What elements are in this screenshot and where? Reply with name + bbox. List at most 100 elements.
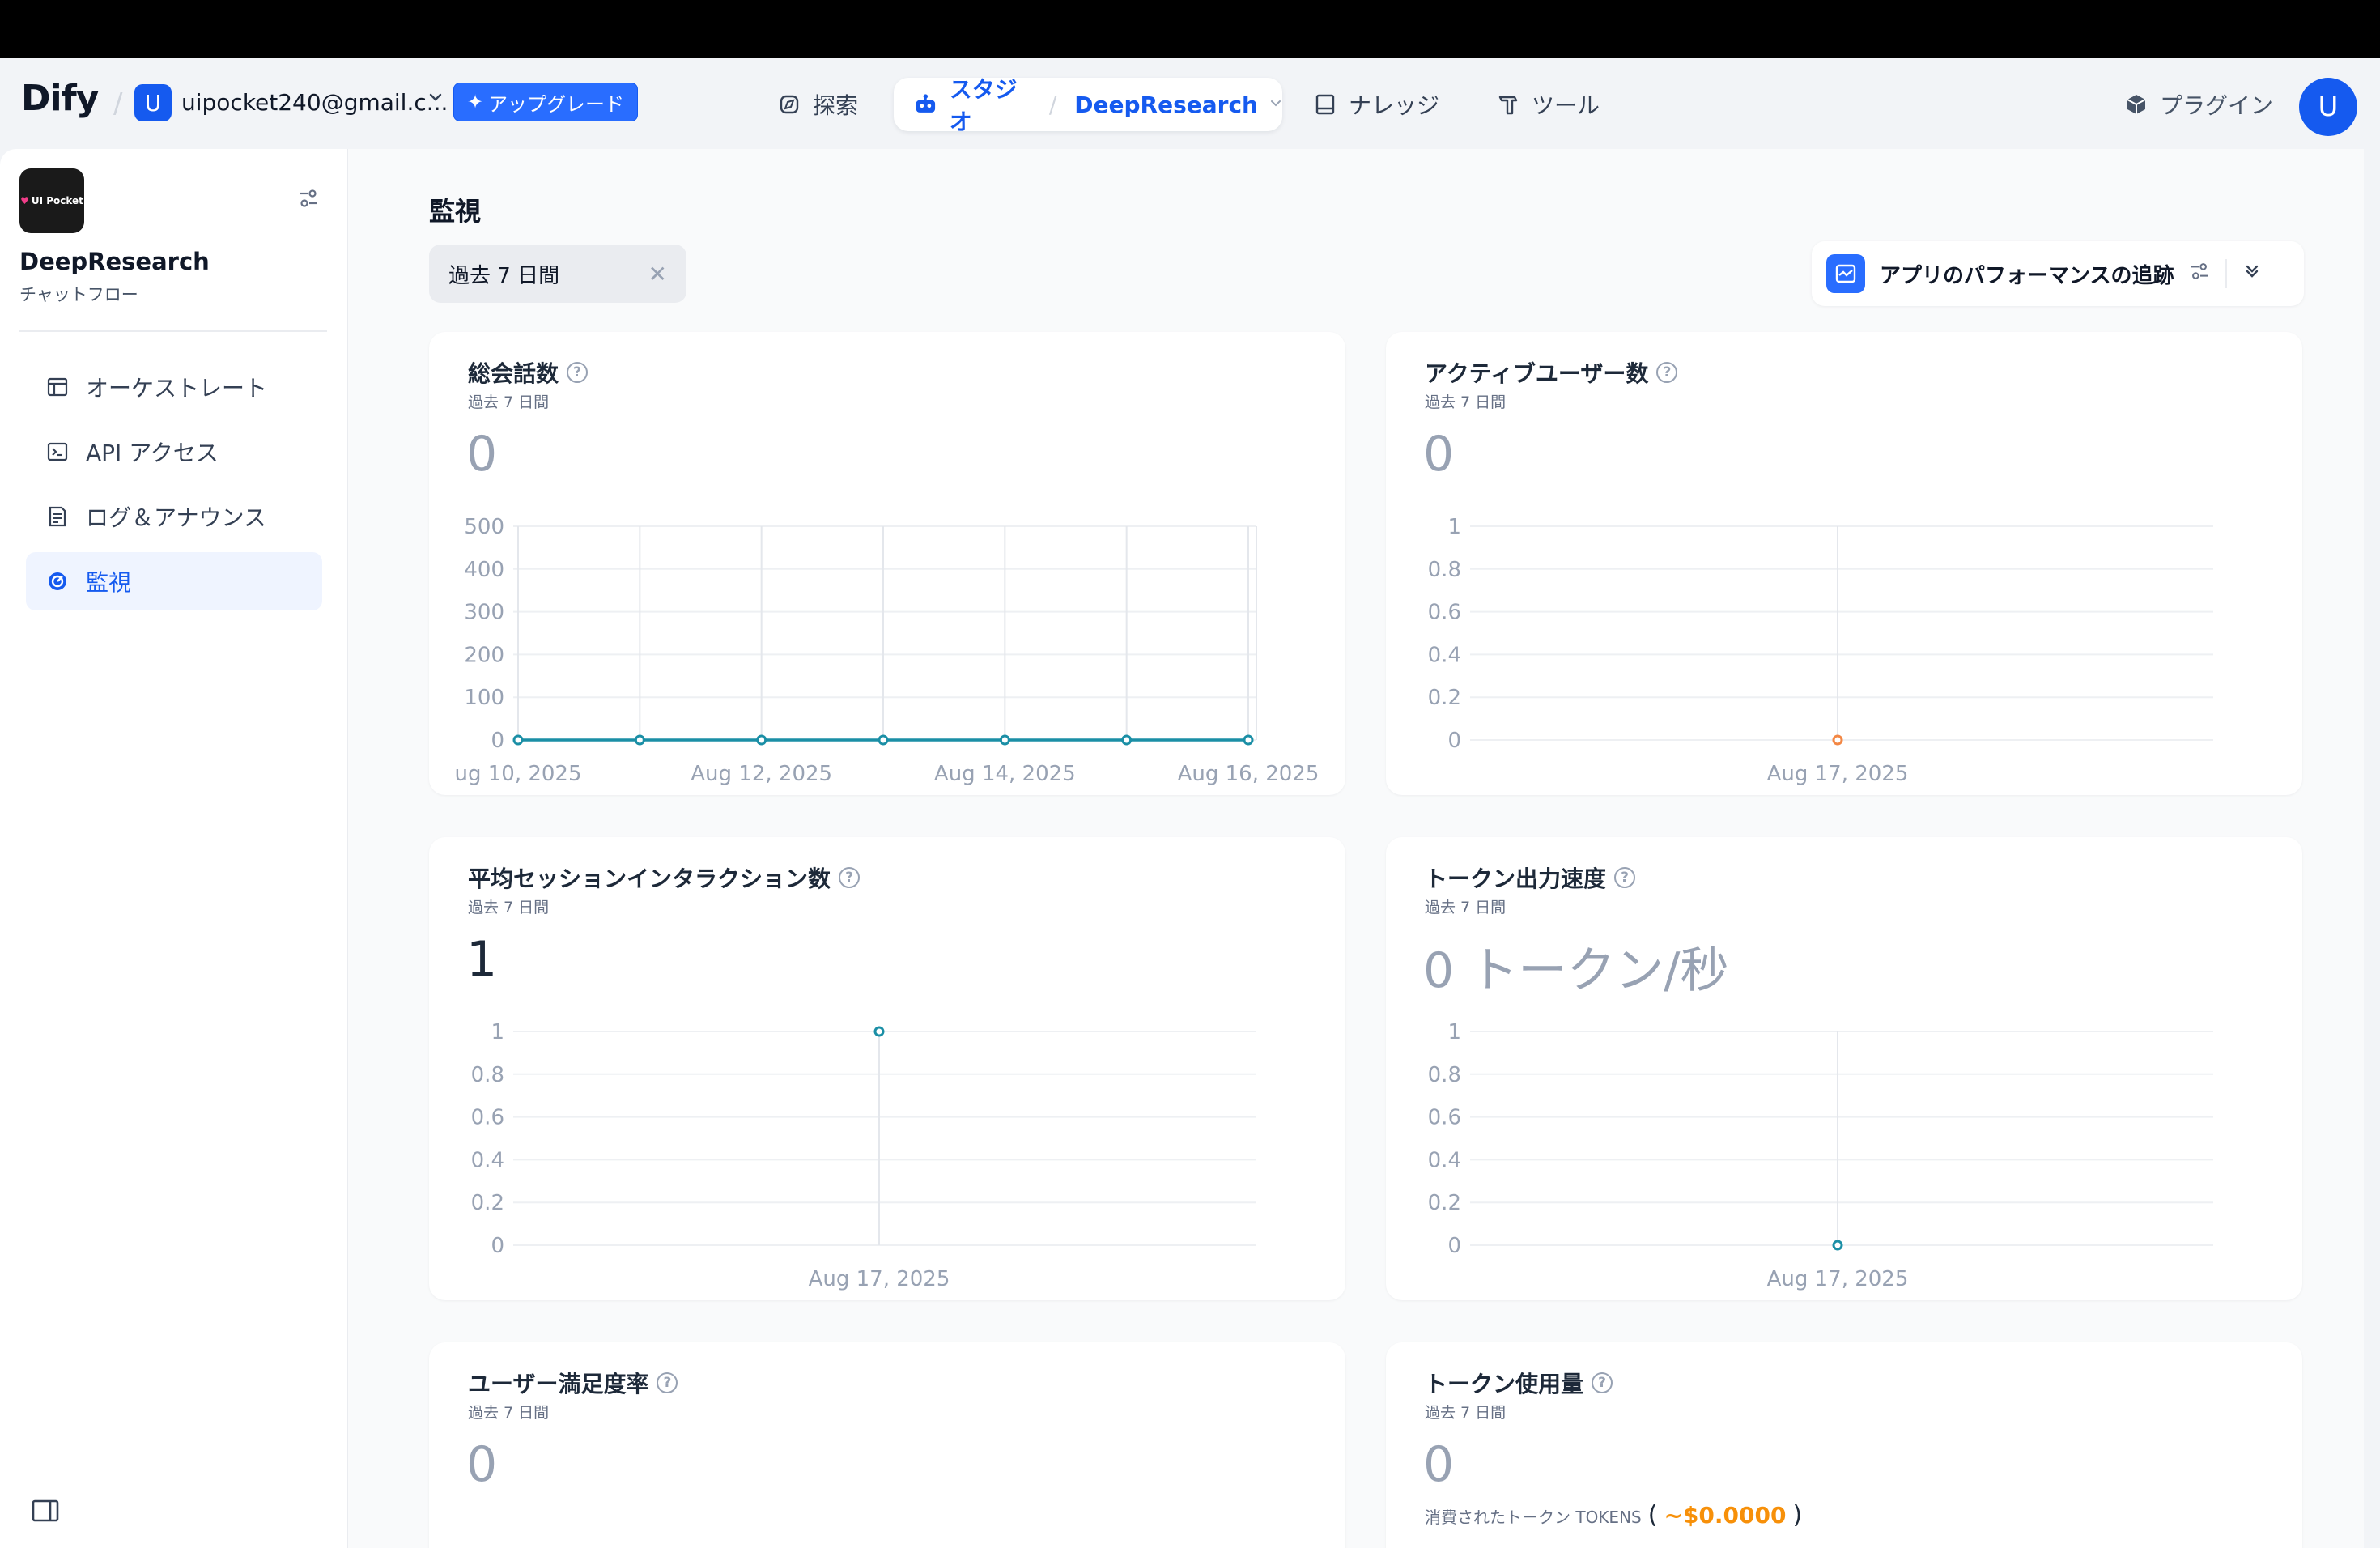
data-point[interactable]: [1832, 734, 1843, 746]
y-tick-label: 0.4: [1428, 643, 1461, 667]
card-avg-session-interactions: 平均セッションインタラクション数? 過去 7 日間 1 1 0.8 0.6 0.4 0.…: [429, 837, 1345, 1300]
y-tick-label: 1: [1447, 515, 1461, 539]
sidebar-item-label: 監視: [86, 569, 132, 596]
token-cost-line: 消費されたトークン TOKENS (~$0.0000): [1425, 1501, 1802, 1529]
app-icon-text: UI Pocket: [31, 195, 83, 206]
app-type: チャットフロー: [19, 285, 138, 304]
x-tick-label: Aug 16, 2025: [1178, 762, 1320, 786]
close-icon[interactable]: ✕: [648, 261, 667, 287]
hammer-icon: [1498, 96, 1518, 115]
app-icon: ♥ UI Pocket: [19, 168, 84, 233]
top-black-bar: [0, 0, 2380, 58]
paren-open: (: [1647, 1501, 1658, 1529]
y-tick-label: 0.6: [471, 1106, 504, 1130]
y-tick-label: 0.4: [471, 1148, 504, 1172]
orchestrate-icon: [47, 377, 68, 397]
card-title: ユーザー満足度率?: [468, 1367, 678, 1399]
data-point[interactable]: [756, 734, 767, 746]
data-point[interactable]: [1121, 734, 1133, 746]
card-active-users: アクティブユーザー数? 過去 7 日間 0 1 0.8 0.6 0.4 0.2 0 Aug …: [1386, 332, 2302, 795]
collapse-sidebar-icon[interactable]: [31, 1496, 60, 1525]
sidebar-item-orchestrate[interactable]: オーケストレート: [26, 358, 322, 416]
line-chart: 1 0.8 0.6 0.4 0.2 0 Aug 17, 2025: [1428, 515, 2213, 786]
upgrade-button[interactable]: ✦ アップグレード: [453, 83, 638, 121]
help-icon[interactable]: ?: [657, 1372, 678, 1393]
x-tick-label: Aug 14, 2025: [934, 762, 1076, 786]
y-tick-label: 0.6: [1428, 1106, 1461, 1130]
y-tick-label: 1: [491, 1020, 504, 1044]
nav-plugins-label: プラグイン: [2160, 92, 2274, 119]
nav-knowledge-label: ナレッジ: [1349, 92, 1440, 119]
y-tick-label: 0.8: [1428, 1063, 1461, 1087]
performance-label: アプリのパフォーマンスの追跡: [1880, 263, 2174, 288]
y-tick-label: 0: [491, 729, 504, 753]
data-point[interactable]: [999, 734, 1010, 746]
card-value: 0: [1423, 1436, 1455, 1493]
y-tick-label: 0.8: [471, 1063, 504, 1087]
user-avatar[interactable]: U: [2299, 78, 2357, 136]
x-tick-label: Aug 12, 2025: [691, 762, 832, 786]
y-tick-label: 0.2: [1428, 686, 1461, 710]
compass-icon: [780, 95, 799, 114]
nav-explore[interactable]: 探索: [777, 79, 858, 130]
nav-studio[interactable]: スタジオ / DeepResearch: [894, 76, 1282, 135]
nav-studio-label: スタジオ: [949, 76, 1018, 135]
data-point[interactable]: [634, 734, 645, 746]
x-tick-label: Aug 17, 2025: [1767, 1267, 1909, 1291]
y-tick-label: 0: [491, 1234, 504, 1258]
card-subtitle: 過去 7 日間: [468, 1404, 550, 1422]
chevron-down-icon[interactable]: [1269, 96, 1282, 113]
divider: [19, 330, 327, 332]
data-point[interactable]: [878, 734, 889, 746]
cube-icon: [2127, 95, 2146, 114]
nav-plugins[interactable]: プラグイン: [2124, 79, 2273, 130]
book-icon: [1315, 94, 1335, 115]
y-tick-label: 0.6: [1428, 601, 1461, 625]
nav-tools[interactable]: ツール: [1496, 79, 1600, 130]
nav-knowledge[interactable]: ナレッジ: [1313, 79, 1439, 130]
double-chevron-down-icon[interactable]: [2242, 261, 2263, 287]
sidebar-item-label: API アクセス: [86, 440, 219, 466]
tracing-icon: [1826, 254, 1865, 293]
sidebar-item-logs[interactable]: ログ＆アナウンス: [26, 487, 322, 546]
dify-logo[interactable]: Dify: [21, 78, 99, 119]
card-title-text: ユーザー満足度率: [468, 1371, 649, 1397]
help-icon[interactable]: ?: [1592, 1372, 1613, 1393]
y-tick-label: 300: [464, 601, 504, 625]
sidebar-item-monitor[interactable]: 監視: [26, 552, 322, 610]
sidebar-item-api-access[interactable]: API アクセス: [26, 423, 322, 481]
card-token-output-speed: トークン出力速度? 過去 7 日間 0 トークン/秒 1 0.8 0.6 0.4 0.2…: [1386, 837, 2302, 1300]
card-user-satisfaction: ユーザー満足度率? 過去 7 日間 0: [429, 1342, 1345, 1548]
y-tick-label: 0.2: [471, 1191, 504, 1215]
monitor-icon: [49, 572, 66, 590]
card-value: 0: [466, 1436, 498, 1493]
heart-icon: ♥: [20, 195, 29, 206]
sidebar-item-label: オーケストレート: [86, 375, 268, 402]
period-selector[interactable]: 過去 7 日間 ✕: [429, 245, 686, 303]
line-chart: 500 400 300 200 100 0 ug 10, 2025 Aug 12, 2025 A…: [454, 515, 1320, 786]
card-token-usage: トークン使用量? 過去 7 日間 0 消費されたトークン TOKENS (~$0…: [1386, 1342, 2302, 1548]
workspace-name[interactable]: uipocket240@gmail.c...: [181, 89, 448, 116]
y-tick-label: 0.8: [1428, 558, 1461, 582]
settings-sliders-icon[interactable]: [296, 186, 321, 211]
nav-app-selector[interactable]: DeepResearch: [1074, 91, 1258, 118]
y-tick-label: 0: [1447, 729, 1461, 753]
period-label: 過去 7 日間: [448, 263, 560, 288]
data-point[interactable]: [1243, 734, 1254, 746]
settings-sliders-icon[interactable]: [2188, 260, 2211, 288]
chevron-down-icon[interactable]: [427, 89, 444, 110]
card-total-conversations: 総会話数? 過去 7 日間 0 500 400 300 200 100 0 ug 10, 2…: [429, 332, 1345, 795]
logo-text: Dify: [21, 78, 99, 119]
y-tick-label: 0: [1447, 1234, 1461, 1258]
separator: /: [1048, 91, 1057, 118]
x-tick-label: Aug 17, 2025: [809, 1267, 950, 1291]
upgrade-label: アップグレード: [488, 92, 625, 116]
data-point[interactable]: [512, 734, 524, 746]
performance-tracing[interactable]: アプリのパフォーマンスの追跡: [1812, 241, 2304, 306]
workspace-avatar[interactable]: U: [134, 84, 172, 121]
data-point[interactable]: [873, 1026, 885, 1037]
y-tick-label: 0.2: [1428, 1191, 1461, 1215]
paren-close: ): [1792, 1501, 1803, 1529]
page-title: 監視: [429, 196, 482, 227]
data-point[interactable]: [1832, 1240, 1843, 1251]
